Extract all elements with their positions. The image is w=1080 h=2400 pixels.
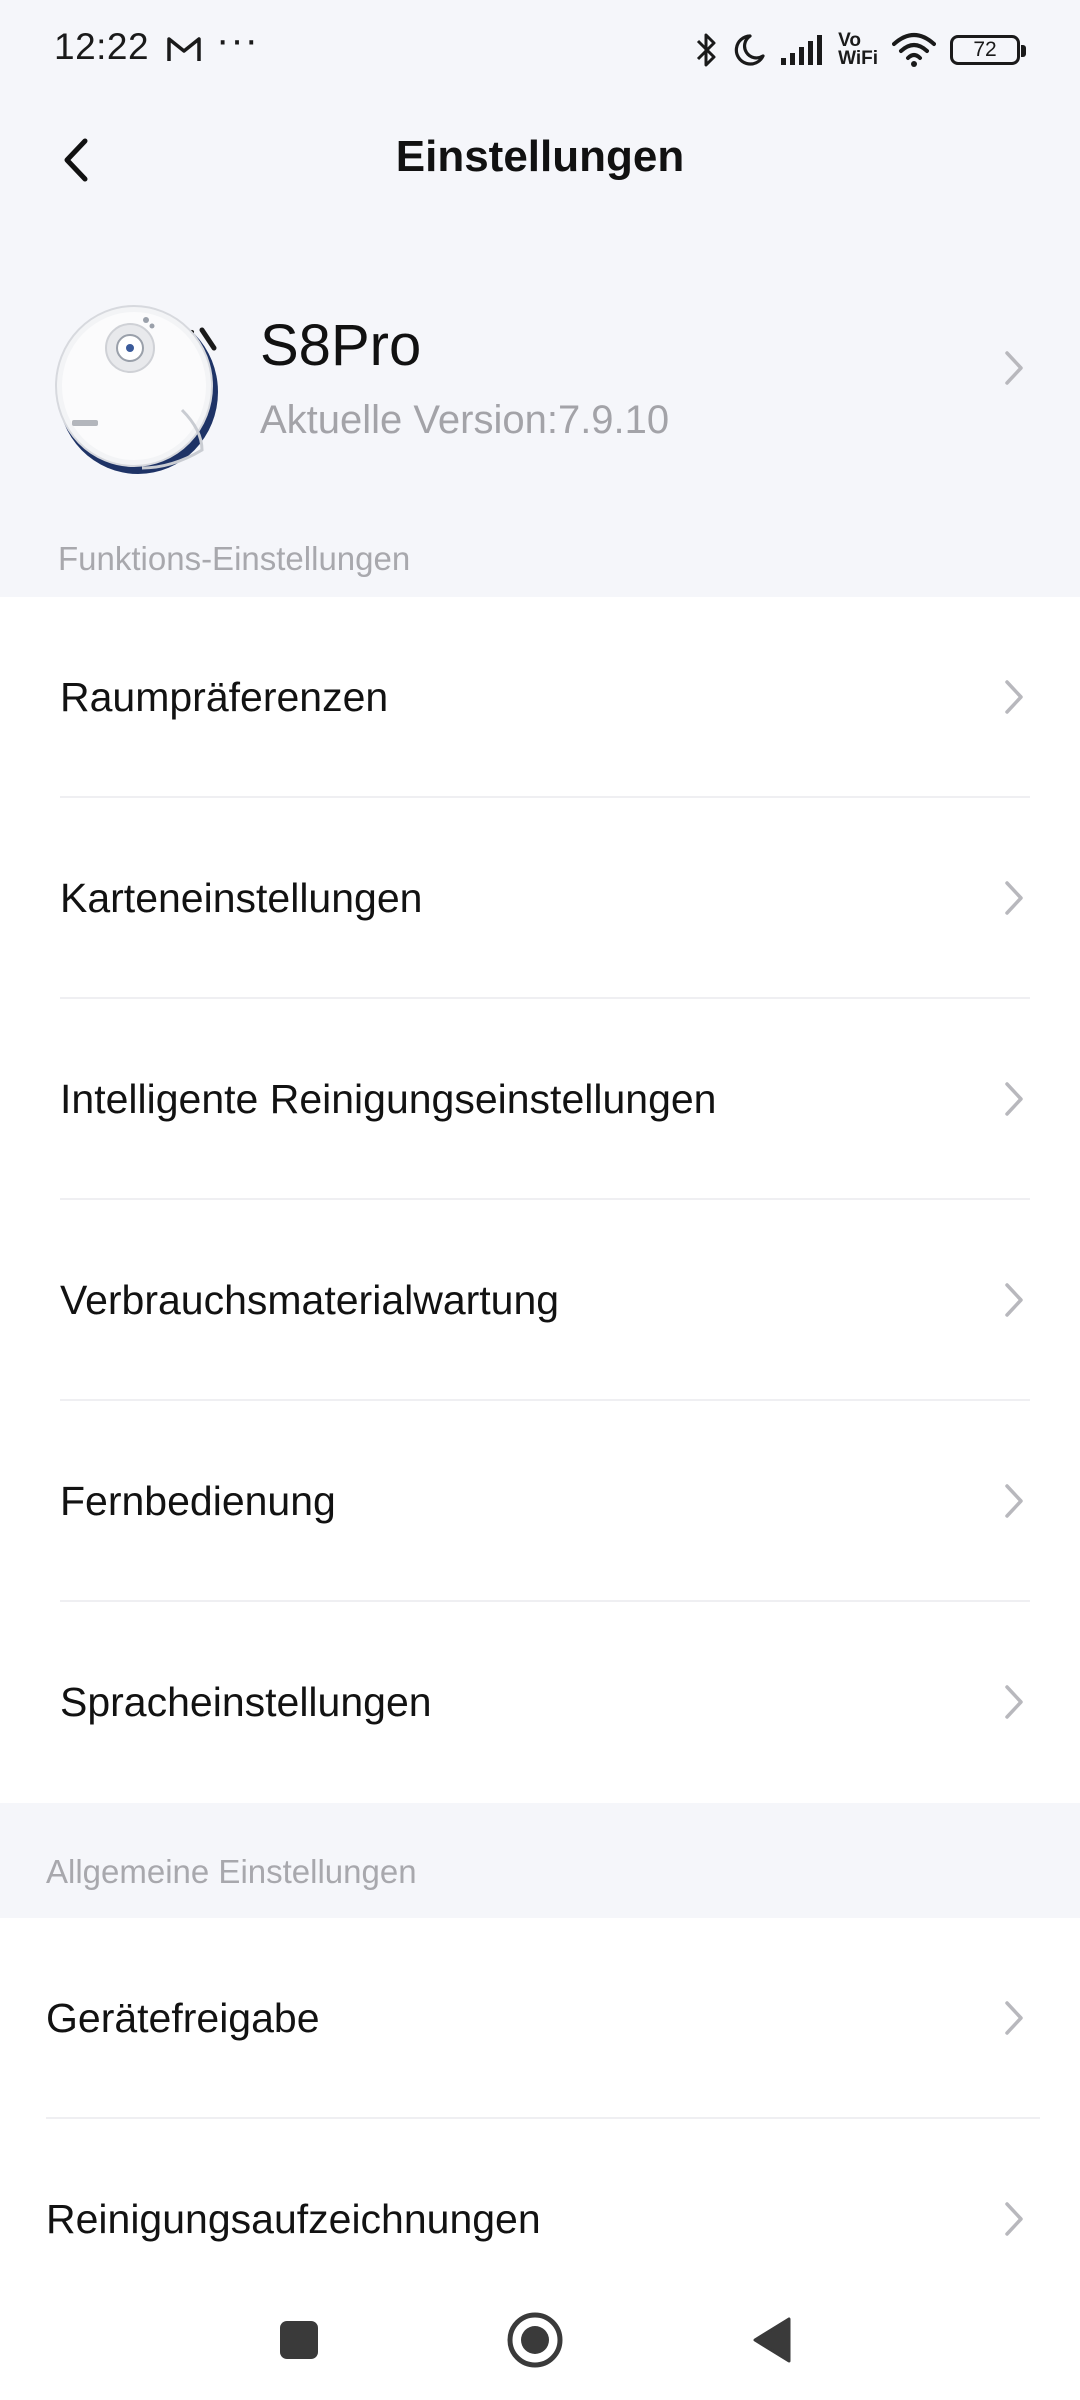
settings-item-voice-settings[interactable]: Spracheinstellungen [0,1602,1080,1803]
settings-item-label: Karteneinstellungen [60,875,423,921]
chevron-right-icon [992,1471,1036,1531]
status-overflow-dots: ··· [216,18,259,62]
chevron-right-icon [992,338,1036,398]
system-back-button[interactable] [731,2300,811,2380]
cellular-signal-icon [781,35,823,65]
settings-item-device-sharing[interactable]: Gerätefreigabe [0,1918,1080,2119]
status-bar: 12:22 ··· Vo WiFi 72 [0,0,1080,100]
page-title: Einstellungen [395,132,685,181]
settings-item-smart-cleaning[interactable]: Intelligente Reinigungseinstellungen [0,999,1080,1200]
status-icons: Vo WiFi 72 [694,26,1026,74]
chevron-right-icon [992,2189,1036,2249]
general-settings-list: Gerätefreigabe Reinigungsaufzeichnungen [0,1918,1080,2320]
chevron-right-icon [992,1270,1036,1330]
home-circle-icon [507,2312,563,2368]
function-settings-list: Raumpräferenzen Karteneinstellungen Inte… [0,597,1080,1803]
chevron-right-icon [992,1988,1036,2048]
settings-item-label: Reinigungsaufzeichnungen [46,2196,541,2242]
device-card[interactable]: S8Pro Aktuelle Version:7.9.10 [0,290,1080,490]
app-header: Einstellungen [0,110,1080,210]
chevron-right-icon [992,1672,1036,1732]
settings-screen: 12:22 ··· Vo WiFi 72 Einstellungen S8Pro… [0,0,1080,2400]
device-version: Aktuelle Version:7.9.10 [260,398,670,442]
settings-item-label: Spracheinstellungen [60,1679,432,1725]
settings-item-consumables[interactable]: Verbrauchsmaterialwartung [0,1200,1080,1401]
gmail-icon [167,37,201,61]
settings-item-label: Gerätefreigabe [46,1995,320,2041]
status-time: 12:22 [54,26,150,67]
section-label-function-settings: Funktions-Einstellungen [58,540,411,577]
settings-item-label: Verbrauchsmaterialwartung [60,1277,560,1323]
section-label-general-settings: Allgemeine Einstellungen [46,1853,417,1890]
recents-button[interactable] [259,2300,339,2380]
settings-item-label: Fernbedienung [60,1478,336,1524]
settings-item-remote-control[interactable]: Fernbedienung [0,1401,1080,1602]
robot-vacuum-image [55,305,218,474]
recents-square-icon [280,2321,318,2359]
settings-item-map-settings[interactable]: Karteneinstellungen [0,798,1080,999]
chevron-right-icon [992,1069,1036,1129]
device-name: S8Pro [260,313,422,378]
system-navigation-bar [0,2274,1080,2400]
chevron-right-icon [992,868,1036,928]
vowifi-icon: Vo WiFi [838,30,878,69]
back-triangle-icon [753,2317,791,2363]
bluetooth-icon [697,33,716,67]
wifi-icon [892,33,936,67]
settings-item-label: Raumpräferenzen [60,674,389,720]
home-button[interactable] [495,2300,575,2380]
do-not-disturb-moon-icon [734,34,765,66]
battery-indicator: 72 [950,35,1026,65]
chevron-right-icon [992,667,1036,727]
settings-item-label: Intelligente Reinigungseinstellungen [60,1076,717,1122]
settings-item-room-preferences[interactable]: Raumpräferenzen [0,597,1080,798]
